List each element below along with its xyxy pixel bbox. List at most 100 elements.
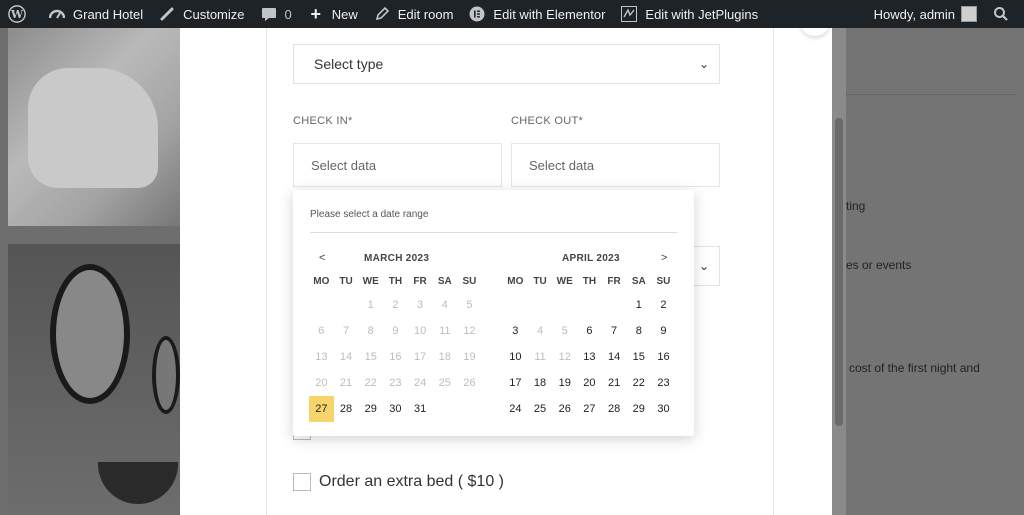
room-photo-bed xyxy=(8,28,180,226)
edit-elementor-link[interactable]: Edit with Elementor xyxy=(460,0,612,28)
room-type-value: Select type xyxy=(314,56,384,72)
calendar-day: 13 xyxy=(315,351,328,363)
comments-count: 0 xyxy=(284,6,292,22)
calendar-day[interactable]: 29 xyxy=(358,396,383,422)
calendar-day[interactable]: 16 xyxy=(651,344,676,370)
calendar-day[interactable]: 15 xyxy=(626,344,651,370)
calendar-day: 3 xyxy=(417,299,424,311)
calendar-day[interactable]: 29 xyxy=(626,396,651,422)
mirror-small-shape xyxy=(152,336,180,414)
prev-month-button[interactable]: < xyxy=(319,252,325,264)
calendar-day: 22 xyxy=(364,377,377,389)
calendar-day[interactable]: 31 xyxy=(408,396,433,422)
extra-bed-checkbox[interactable] xyxy=(293,473,311,491)
calendar-day[interactable]: 3 xyxy=(503,318,528,344)
check-out-label: CHECK OUT* xyxy=(511,115,584,127)
calendar-day: 26 xyxy=(463,377,476,389)
new-label: New xyxy=(331,6,358,22)
comments-link[interactable]: 0 xyxy=(252,0,299,28)
calendar-day[interactable]: 17 xyxy=(503,370,528,396)
background-text-ting: ting xyxy=(846,199,866,213)
month-title-april: APRIL 2023 xyxy=(562,253,620,264)
calendar-day[interactable]: 18 xyxy=(528,370,553,396)
calendar-day[interactable]: 20 xyxy=(577,370,602,396)
calendar-day[interactable]: 7 xyxy=(602,318,627,344)
paintbrush-icon xyxy=(157,4,177,24)
plus-icon: + xyxy=(310,3,321,24)
chevron-down-icon: ⌄ xyxy=(698,57,709,71)
edit-jetplugins-link[interactable]: Edit with JetPlugins xyxy=(612,0,765,28)
calendar-day[interactable]: 8 xyxy=(626,318,651,344)
search-icon xyxy=(991,4,1011,24)
calendar-day[interactable]: 9 xyxy=(651,318,676,344)
calendar-day[interactable]: 22 xyxy=(626,370,651,396)
edit-jetplugins-label: Edit with JetPlugins xyxy=(645,6,759,22)
account-menu[interactable]: Howdy, admin xyxy=(867,0,984,28)
weekday-header: TH xyxy=(388,276,403,287)
calendar-day[interactable]: 23 xyxy=(651,370,676,396)
scrollbar-thumb[interactable] xyxy=(835,118,843,426)
calendar-day[interactable]: 28 xyxy=(602,396,627,422)
weekday-header: SU xyxy=(462,276,477,287)
weekday-header: TU xyxy=(339,276,353,287)
calendar-day: 10 xyxy=(413,325,427,337)
calendar-day[interactable]: 25 xyxy=(528,396,553,422)
new-content-link[interactable]: + New xyxy=(299,0,365,28)
pencil-icon xyxy=(372,4,392,24)
calendar-day: 12 xyxy=(558,351,571,363)
search-button[interactable] xyxy=(984,0,1024,28)
jetplugins-icon xyxy=(619,4,639,24)
comment-bubble-icon xyxy=(259,4,279,24)
dashboard-gauge-icon xyxy=(47,4,67,24)
calendar-day[interactable]: 24 xyxy=(503,396,528,422)
calendar-day: 5 xyxy=(466,299,473,311)
calendar-day: 6 xyxy=(318,325,325,337)
weekday-header: MO xyxy=(507,276,524,287)
calendar-day: 25 xyxy=(438,377,451,389)
calendar-day: 17 xyxy=(413,351,427,363)
site-name-label: Grand Hotel xyxy=(73,6,144,22)
check-out-field[interactable]: Select data xyxy=(511,143,720,187)
calendar-day: 15 xyxy=(364,351,377,363)
calendar-day[interactable]: 27 xyxy=(577,396,602,422)
calendar-day[interactable]: 30 xyxy=(651,396,676,422)
calendar-day[interactable]: 30 xyxy=(383,396,408,422)
calendar-day[interactable]: 14 xyxy=(602,344,627,370)
calendar-day[interactable]: 6 xyxy=(577,318,602,344)
weekday-header: MO xyxy=(313,276,330,287)
sink-shape xyxy=(98,462,178,504)
background-divider xyxy=(846,94,1016,95)
calendar-day[interactable]: 26 xyxy=(552,396,577,422)
calendar-day[interactable]: 28 xyxy=(334,396,359,422)
check-in-field[interactable]: Select data xyxy=(293,143,502,187)
calendar-day: 11 xyxy=(439,325,451,337)
calendar-day[interactable]: 1 xyxy=(626,292,651,318)
calendar-day[interactable]: 13 xyxy=(577,344,602,370)
calendar-day: 4 xyxy=(536,325,544,337)
calendar-day: 19 xyxy=(463,351,476,363)
howdy-label: Howdy, admin xyxy=(873,6,955,22)
calendar-day-today[interactable]: 27 xyxy=(309,396,334,422)
room-photo-bathroom xyxy=(8,244,180,515)
weekday-header: TH xyxy=(582,276,597,287)
next-month-button[interactable]: > xyxy=(661,252,667,264)
calendar-day[interactable]: 2 xyxy=(651,292,676,318)
calendar-day[interactable]: 19 xyxy=(552,370,577,396)
check-in-placeholder: Select data xyxy=(311,157,377,173)
calendar-day: 1 xyxy=(367,299,374,311)
wordpress-logo-button[interactable]: W xyxy=(0,0,40,28)
calendar-day: 12 xyxy=(463,325,476,337)
room-type-select[interactable]: Select type ⌄ xyxy=(293,44,720,84)
calendar-march: MO TU WE TH FR SA SU 1 2 3 4 5 6 7 8 9 10 11 12 13 14 15 16 17 1… xyxy=(309,276,482,422)
calendar-day[interactable]: 21 xyxy=(602,370,627,396)
edit-room-label: Edit room xyxy=(397,6,454,22)
calendar-day: 16 xyxy=(389,351,402,363)
date-range-picker: Please select a date range < MARCH 2023 … xyxy=(293,190,694,436)
edit-room-link[interactable]: Edit room xyxy=(365,0,461,28)
calendar-day: 4 xyxy=(441,299,448,311)
check-out-placeholder: Select data xyxy=(529,157,595,173)
site-name-link[interactable]: Grand Hotel xyxy=(40,0,150,28)
calendar-day[interactable]: 10 xyxy=(503,344,528,370)
weekday-header: SA xyxy=(631,276,646,287)
customize-link[interactable]: Customize xyxy=(150,0,251,28)
